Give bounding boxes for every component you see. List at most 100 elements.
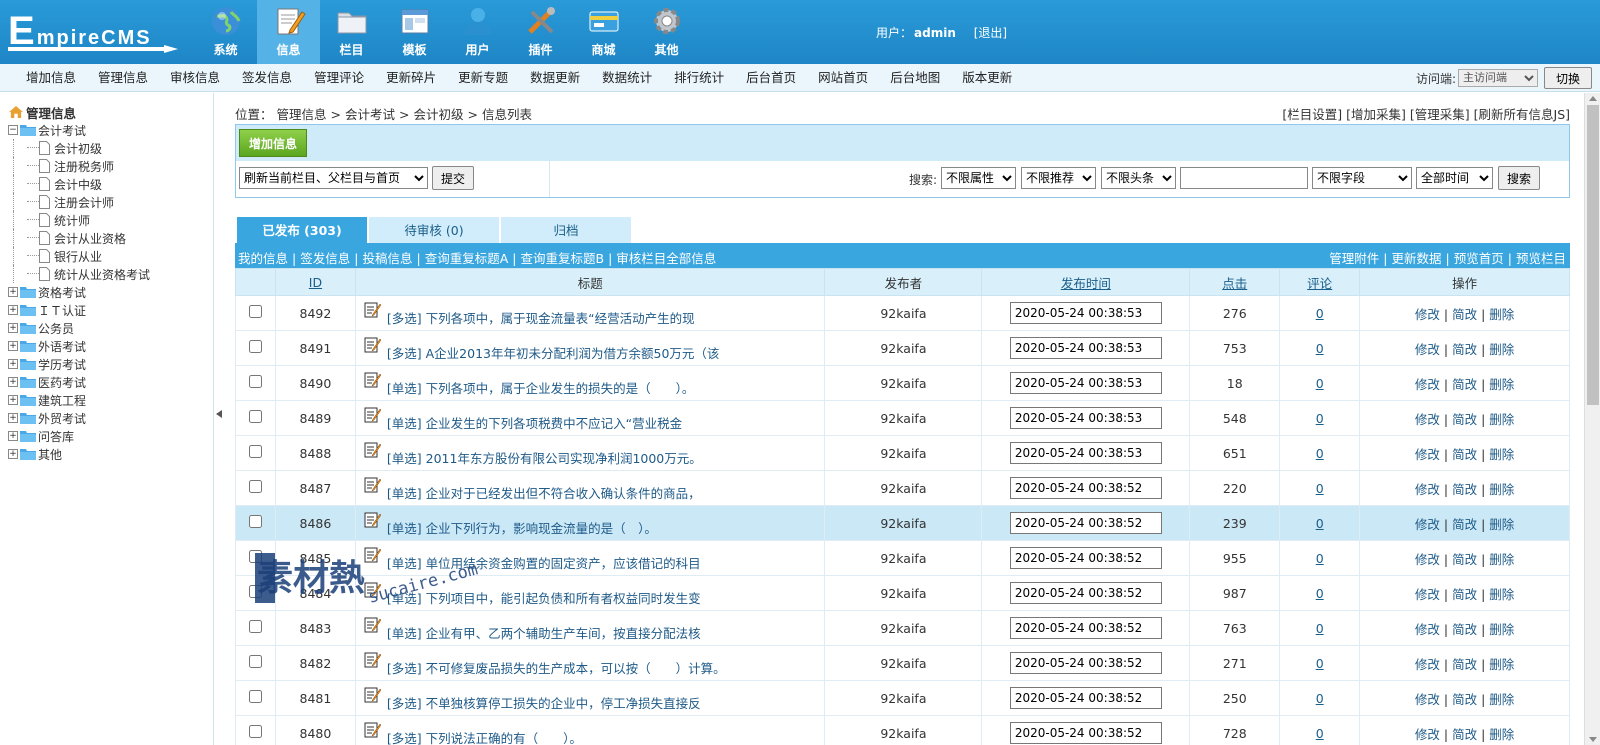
- delete-link[interactable]: 删除: [1489, 517, 1514, 532]
- row-checkbox[interactable]: [248, 375, 262, 388]
- table-row[interactable]: 8486 [单选] 企业下列行为，影响现金流量的是（ ）。 92kaifa 239 0 修…: [235, 505, 1570, 541]
- row-title-link[interactable]: [多选] 不可修复废品损失的生产成本，可以按（ ）计算。: [387, 650, 726, 677]
- subnav-item[interactable]: 网站首页: [807, 64, 879, 92]
- row-title-link[interactable]: [多选] 下列说法正确的有（ ）。: [387, 720, 582, 745]
- quick-edit-link[interactable]: 简改: [1452, 342, 1477, 357]
- row-comments-link[interactable]: 0: [1316, 621, 1324, 636]
- tree-node-expanded[interactable]: − 会计考试: [8, 121, 150, 139]
- row-checkbox[interactable]: [248, 550, 262, 563]
- row-checkbox[interactable]: [248, 690, 262, 703]
- row-title-link[interactable]: [单选] 单位用结余资金购置的固定资产，应该借记的科目: [387, 545, 701, 572]
- row-title-link[interactable]: [多选] 不单独核算停工损失的企业中，停工净损失直接反: [387, 685, 701, 712]
- delete-link[interactable]: 删除: [1489, 342, 1514, 357]
- tree-node[interactable]: + 外语考试: [8, 337, 150, 355]
- topnav-globe[interactable]: 系统: [194, 0, 257, 64]
- subnav-item[interactable]: 版本更新: [951, 64, 1023, 92]
- recommend-select[interactable]: 不限推荐: [1021, 167, 1096, 189]
- tree-node[interactable]: + 建筑工程: [8, 391, 150, 409]
- tree-leaf[interactable]: 注册会计师: [8, 193, 150, 211]
- subnav-item[interactable]: 数据统计: [591, 64, 663, 92]
- top-right-link[interactable]: [栏目设置]: [1282, 107, 1342, 122]
- edit-link[interactable]: 修改: [1415, 307, 1440, 322]
- quick-edit-link[interactable]: 简改: [1452, 412, 1477, 427]
- tree-node[interactable]: + 学历考试: [8, 355, 150, 373]
- edit-link[interactable]: 修改: [1415, 412, 1440, 427]
- subnav-item[interactable]: 排行统计: [663, 64, 735, 92]
- collapse-toggle-icon[interactable]: −: [8, 125, 18, 135]
- row-title-link[interactable]: [多选] 下列各项中，属于现金流量表“经营活动产生的现: [387, 300, 695, 327]
- row-checkbox[interactable]: [248, 445, 262, 458]
- row-time-input[interactable]: [1009, 337, 1162, 359]
- edit-document-icon[interactable]: [364, 301, 381, 318]
- expand-toggle-icon[interactable]: +: [8, 341, 18, 351]
- tree-node[interactable]: + 问答库: [8, 427, 150, 445]
- row-checkbox[interactable]: [248, 410, 262, 423]
- expand-toggle-icon[interactable]: +: [8, 413, 18, 423]
- tree-leaf[interactable]: 注册税务师: [8, 157, 150, 175]
- table-row[interactable]: 8489 [单选] 企业发生的下列各项税费中不应记入“营业税金 92kaifa 548…: [235, 400, 1570, 436]
- row-comments-link[interactable]: 0: [1316, 481, 1324, 496]
- quick-edit-link[interactable]: 简改: [1452, 727, 1477, 742]
- quick-edit-link[interactable]: 简改: [1452, 692, 1477, 707]
- tree-leaf[interactable]: 会计中级: [8, 175, 150, 193]
- list-action-link[interactable]: 查询重复标题B: [520, 251, 604, 266]
- edit-link[interactable]: 修改: [1415, 447, 1440, 462]
- edit-document-icon[interactable]: [364, 616, 381, 633]
- row-time-input[interactable]: [1009, 477, 1162, 499]
- subnav-item[interactable]: 后台地图: [879, 64, 951, 92]
- edit-document-icon[interactable]: [364, 546, 381, 563]
- subnav-item[interactable]: 签发信息: [231, 64, 303, 92]
- tree-leaf[interactable]: 会计从业资格: [8, 229, 150, 247]
- tree-leaf[interactable]: 统计从业资格考试: [8, 265, 150, 283]
- row-checkbox[interactable]: [248, 585, 262, 598]
- edit-link[interactable]: 修改: [1415, 587, 1440, 602]
- tree-leaf[interactable]: 银行从业: [8, 247, 150, 265]
- top-right-link[interactable]: [增加采集]: [1346, 107, 1406, 122]
- delete-link[interactable]: 删除: [1489, 447, 1514, 462]
- row-comments-link[interactable]: 0: [1316, 341, 1324, 356]
- row-time-input[interactable]: [1009, 442, 1162, 464]
- row-time-input[interactable]: [1009, 617, 1162, 639]
- scroll-up-icon[interactable]: [1589, 96, 1597, 101]
- quick-edit-link[interactable]: 简改: [1452, 552, 1477, 567]
- table-row[interactable]: 8481 [多选] 不单独核算停工损失的企业中，停工净损失直接反 92kaifa 25…: [235, 680, 1570, 716]
- delete-link[interactable]: 删除: [1489, 377, 1514, 392]
- edit-link[interactable]: 修改: [1415, 377, 1440, 392]
- add-info-button[interactable]: 增加信息: [239, 129, 307, 157]
- subnav-item[interactable]: 更新专题: [447, 64, 519, 92]
- edit-document-icon[interactable]: [364, 686, 381, 703]
- list-action-link[interactable]: 预览栏目: [1516, 251, 1566, 266]
- delete-link[interactable]: 删除: [1489, 482, 1514, 497]
- delete-link[interactable]: 删除: [1489, 587, 1514, 602]
- top-right-link[interactable]: [管理采集]: [1410, 107, 1470, 122]
- table-row[interactable]: 8480 [多选] 下列说法正确的有（ ）。 92kaifa 728 0 修改|简改|删除: [235, 715, 1570, 745]
- empirecms-logo[interactable]: EmpireCMS: [8, 8, 186, 56]
- expand-toggle-icon[interactable]: +: [8, 431, 18, 441]
- subnav-item[interactable]: 增加信息: [15, 64, 87, 92]
- tab-2[interactable]: 归档: [501, 217, 631, 245]
- subnav-item[interactable]: 审核信息: [159, 64, 231, 92]
- edit-link[interactable]: 修改: [1415, 517, 1440, 532]
- edit-document-icon[interactable]: [364, 476, 381, 493]
- table-row[interactable]: 8491 [多选] A企业2013年年初未分配利润为借方余额50万元（该 92kai…: [235, 330, 1570, 366]
- quick-edit-link[interactable]: 简改: [1452, 447, 1477, 462]
- list-action-link[interactable]: 预览首页: [1454, 251, 1504, 266]
- tree-leaf[interactable]: 统计师: [8, 211, 150, 229]
- subnav-item[interactable]: 更新碎片: [375, 64, 447, 92]
- quick-edit-link[interactable]: 简改: [1452, 657, 1477, 672]
- quick-edit-link[interactable]: 简改: [1452, 482, 1477, 497]
- edit-document-icon[interactable]: [364, 441, 381, 458]
- row-time-input[interactable]: [1009, 372, 1162, 394]
- row-checkbox[interactable]: [248, 305, 262, 318]
- expand-toggle-icon[interactable]: +: [8, 287, 18, 297]
- quick-edit-link[interactable]: 简改: [1452, 622, 1477, 637]
- edit-link[interactable]: 修改: [1415, 552, 1440, 567]
- sidebar-collapse-icon[interactable]: [216, 410, 222, 418]
- delete-link[interactable]: 删除: [1489, 412, 1514, 427]
- row-time-input[interactable]: [1009, 547, 1162, 569]
- row-title-link[interactable]: [多选] A企业2013年年初未分配利润为借方余额50万元（该: [387, 335, 720, 362]
- quick-edit-link[interactable]: 简改: [1452, 587, 1477, 602]
- edit-document-icon[interactable]: [364, 721, 381, 738]
- tree-node[interactable]: + 其他: [8, 445, 150, 463]
- list-action-link[interactable]: 我的信息: [238, 251, 288, 266]
